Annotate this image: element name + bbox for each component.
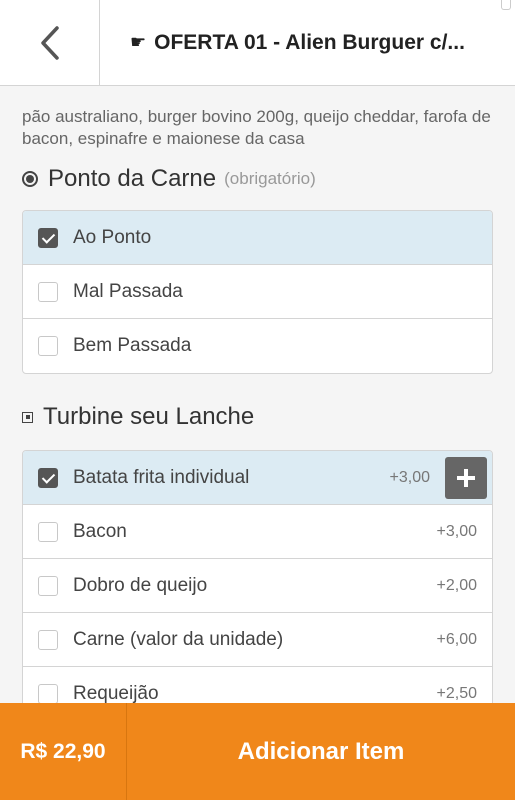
option-price: +2,00	[436, 576, 477, 594]
option-row-requeijao[interactable]: Requeijão +2,50	[23, 667, 492, 703]
options-list-turbine: Batata frita individual +3,00 Bacon +3,0…	[22, 450, 493, 703]
option-label: Bacon	[73, 520, 127, 542]
option-row-carne[interactable]: Carne (valor da unidade) +6,00	[23, 613, 492, 667]
option-row-bem-passada[interactable]: Bem Passada	[23, 319, 492, 373]
option-label: Ao Ponto	[73, 226, 152, 248]
option-label: Dobro de queijo	[73, 574, 208, 596]
plus-icon[interactable]	[445, 456, 487, 499]
footer-bar: R$ 22,90 Adicionar Item	[0, 703, 515, 800]
pointing-hand-icon: ☛	[130, 32, 147, 52]
option-row-bacon[interactable]: Bacon +3,00	[23, 505, 492, 559]
option-price: +3,00	[389, 468, 430, 486]
radio-icon	[22, 171, 38, 187]
option-label: Carne (valor da unidade)	[73, 628, 284, 650]
page-title-container: ☛ OFERTA 01 - Alien Burguer c/...	[100, 0, 515, 85]
square-bullet-icon	[22, 411, 33, 423]
checkbox[interactable]	[38, 684, 58, 703]
options-list-ponto-da-carne: Ao Ponto Mal Passada Bem Passada	[22, 210, 493, 374]
product-description: pão australiano, burger bovino 200g, que…	[22, 107, 491, 148]
option-label: Batata frita individual	[73, 466, 250, 488]
option-price: +2,50	[436, 685, 477, 702]
checkbox[interactable]	[38, 521, 58, 542]
option-row-mal-passada[interactable]: Mal Passada	[23, 265, 492, 319]
header: ☛ OFERTA 01 - Alien Burguer c/...	[0, 0, 515, 86]
option-label: Requeijão	[73, 683, 159, 703]
option-row-batata-frita[interactable]: Batata frita individual +3,00	[23, 451, 492, 505]
checkbox[interactable]	[38, 336, 58, 356]
group-title-turbine: Turbine seu Lanche	[0, 402, 515, 432]
option-row-ao-ponto[interactable]: Ao Ponto	[23, 211, 492, 265]
option-row-dobro-de-queijo[interactable]: Dobro de queijo +2,00	[23, 559, 492, 613]
back-button[interactable]	[0, 0, 100, 86]
chevron-left-icon	[40, 26, 59, 60]
group-title-label: Turbine seu Lanche	[43, 403, 255, 430]
required-label: (obrigatório)	[224, 169, 316, 188]
status-indicator	[501, 0, 511, 10]
page-title: OFERTA 01 - Alien Burguer c/...	[154, 30, 465, 54]
total-price: R$ 22,90	[0, 703, 127, 800]
checkbox[interactable]	[38, 575, 58, 596]
option-label: Mal Passada	[73, 280, 183, 302]
option-price: +6,00	[436, 630, 477, 648]
option-price: +3,00	[436, 522, 477, 540]
checkbox[interactable]	[38, 629, 58, 650]
checkbox[interactable]	[38, 281, 58, 302]
checkbox-checked[interactable]	[38, 467, 58, 488]
group-title-ponto-da-carne: Ponto da Carne (obrigatório)	[0, 164, 515, 194]
add-item-button[interactable]: Adicionar Item	[127, 738, 515, 766]
checkbox-checked[interactable]	[38, 227, 58, 248]
group-title-label: Ponto da Carne	[48, 165, 217, 192]
option-label: Bem Passada	[73, 335, 192, 356]
product-options[interactable]: pão australiano, burger bovino 200g, que…	[0, 86, 515, 703]
